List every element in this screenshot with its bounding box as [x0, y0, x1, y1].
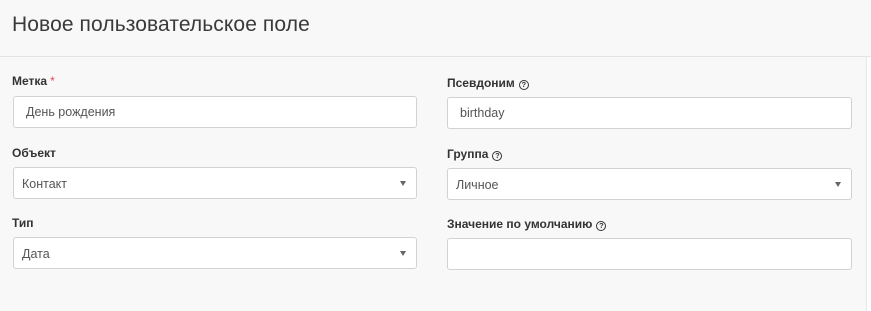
default-value-field-label: Значение по умолчанию? [447, 217, 607, 231]
type-select[interactable]: Дата [13, 237, 417, 269]
page-header: Новое пользовательское поле [0, 0, 871, 57]
label-field-label-text: Метка [12, 74, 48, 88]
type-field-label: Тип [12, 216, 34, 230]
alias-field-label-text: Псевдоним [447, 76, 515, 90]
object-select[interactable]: Контакт [13, 167, 417, 199]
chevron-down-icon [835, 182, 841, 187]
type-select-value: Дата [22, 247, 50, 261]
group-select-value: Личное [456, 178, 499, 192]
group-field-label-text: Группа [447, 147, 489, 161]
label-field-label: Метка * [12, 74, 55, 88]
required-marker: * [50, 74, 55, 88]
group-select[interactable]: Личное [447, 168, 852, 200]
label-input-value: День рождения [26, 105, 116, 119]
object-field-label: Объект [12, 146, 56, 160]
help-icon[interactable]: ? [596, 221, 607, 231]
page-title: Новое пользовательское поле [12, 13, 310, 36]
group-field-label: Группа? [447, 147, 503, 161]
default-value-input[interactable] [447, 238, 852, 270]
alias-input[interactable]: birthday [447, 97, 852, 129]
scrollbar-edge [866, 57, 871, 311]
help-icon[interactable]: ? [518, 80, 529, 90]
alias-input-value: birthday [460, 106, 505, 120]
alias-field-label: Псевдоним? [447, 76, 529, 90]
chevron-down-icon [400, 251, 406, 256]
help-icon[interactable]: ? [492, 151, 503, 161]
default-value-field-label-text: Значение по умолчанию [447, 217, 593, 231]
chevron-down-icon [400, 181, 406, 186]
label-input[interactable]: День рождения [13, 96, 417, 128]
object-select-value: Контакт [22, 177, 68, 191]
